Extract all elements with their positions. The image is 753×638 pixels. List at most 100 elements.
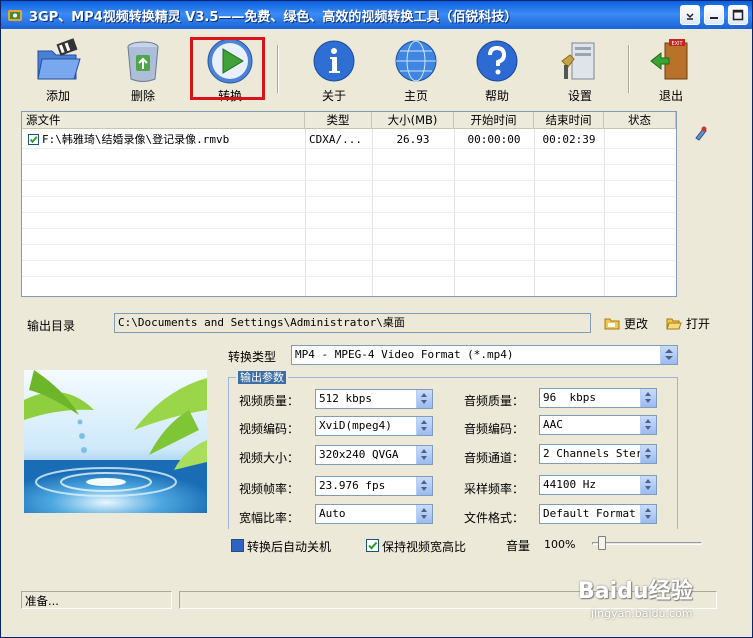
file-list[interactable]: 源文件 类型 大小(MB) 开始时间 结束时间 状态 F:\韩雅琦\结婚录像\登…: [21, 111, 677, 297]
info-icon: [313, 40, 355, 82]
audio-quality-spinner[interactable]: 96 kbps: [539, 388, 657, 408]
keep-aspect-checkbox[interactable]: [366, 539, 379, 552]
col-header-status[interactable]: 状态: [604, 112, 676, 129]
toolbar-separator: [628, 45, 630, 93]
spin-arrows-icon[interactable]: [640, 416, 656, 434]
output-dir-label: 输出目录: [27, 319, 76, 333]
spin-arrows-icon[interactable]: [640, 445, 656, 463]
checkmark-icon: [29, 136, 38, 144]
cell-source: F:\韩雅琦\结婚录像\登记录像.rmvb: [42, 133, 230, 146]
dropdown-arrow-icon[interactable]: [660, 346, 677, 364]
convert-type-label: 转换类型: [228, 350, 277, 364]
spin-arrows-icon[interactable]: [640, 476, 656, 494]
add-button[interactable]: 添加: [22, 35, 94, 105]
app-icon: [8, 10, 22, 21]
row-checkbox[interactable]: [28, 134, 39, 145]
status-text: 准备...: [21, 591, 172, 609]
delete-label: 删除: [130, 89, 155, 103]
col-header-size[interactable]: 大小(MB): [372, 112, 454, 129]
checkmark-icon: [368, 541, 378, 550]
grid-line: [22, 148, 676, 149]
grid-line: [22, 244, 676, 245]
audio-codec-label: 音频编码：: [464, 422, 525, 436]
file-format-spinner[interactable]: Default Format: [539, 504, 657, 524]
restore-button[interactable]: [704, 5, 724, 25]
settings-label: 设置: [567, 89, 592, 103]
spin-arrows-icon[interactable]: [416, 417, 432, 435]
convert-type-value: MP4 - MPEG-4 Video Format (*.mp4): [295, 348, 514, 361]
sample-rate-spinner[interactable]: 44100 Hz: [539, 475, 657, 495]
exit-label: 退出: [658, 89, 683, 103]
frame-rate-spinner[interactable]: 23.976 fps: [315, 476, 433, 496]
grid-line: [22, 164, 676, 165]
svg-text:EXIT: EXIT: [671, 41, 683, 47]
baidu-watermark: Baidu经验: [578, 579, 693, 604]
trash-icon: [127, 41, 159, 82]
spin-arrows-icon[interactable]: [416, 477, 432, 495]
add-folder-icon: [37, 38, 81, 80]
file-format-label: 文件格式：: [464, 511, 525, 525]
help-icon: [476, 40, 518, 82]
auto-shutdown-label[interactable]: 转换后自动关机: [247, 538, 331, 555]
frame-rate-label: 视频帧率：: [239, 482, 300, 496]
change-dir-label: 更改: [624, 317, 649, 331]
spin-arrows-icon[interactable]: [416, 446, 432, 464]
spin-arrows-icon[interactable]: [640, 389, 656, 407]
toolbar: 添加 删除 转换 关于 主页 帮助 设置 EXIT 退出: [1, 29, 752, 107]
grid-line: [22, 276, 676, 277]
help-button[interactable]: 帮助: [461, 35, 533, 105]
cell-size: 26.93: [396, 133, 430, 146]
spin-arrows-icon[interactable]: [416, 505, 432, 523]
about-label: 关于: [321, 89, 346, 103]
delete-button[interactable]: 删除: [107, 35, 179, 105]
spin-arrows-icon[interactable]: [416, 390, 432, 408]
col-header-end[interactable]: 结束时间: [534, 112, 604, 129]
output-params-title: 输出参数: [236, 369, 288, 385]
minimize-button[interactable]: [680, 5, 700, 25]
video-quality-label: 视频质量：: [239, 394, 300, 408]
col-header-source[interactable]: 源文件: [22, 112, 305, 129]
baidu-watermark-url: jingyan.baidu.com: [591, 607, 693, 620]
home-label: 主页: [403, 89, 428, 103]
video-size-spinner[interactable]: 320x240 QVGA: [315, 445, 433, 465]
aspect-spinner[interactable]: Auto: [315, 504, 433, 524]
grid-line: [22, 196, 676, 197]
auto-shutdown-checkbox[interactable]: [231, 539, 244, 552]
volume-value: 100%: [544, 538, 576, 551]
grid-line: [22, 180, 676, 181]
cell-end: 00:02:39: [542, 133, 596, 146]
open-dir-label: 打开: [686, 317, 711, 331]
aspect-label: 宽幅比率：: [239, 511, 300, 525]
folder-icon: [604, 318, 620, 330]
toolbar-separator: [277, 45, 279, 93]
highlight-box: [190, 37, 265, 100]
volume-slider-track[interactable]: [592, 542, 702, 545]
clip-tool-icon[interactable]: [693, 125, 709, 141]
grid-line: [22, 260, 676, 261]
exit-button[interactable]: EXIT 退出: [635, 35, 707, 105]
maximize-icon: [732, 9, 744, 21]
video-quality-spinner[interactable]: 512 kbps: [315, 389, 433, 409]
home-button[interactable]: 主页: [380, 35, 452, 105]
convert-type-select[interactable]: MP4 - MPEG-4 Video Format (*.mp4): [291, 345, 678, 365]
title-bar: 3GP、MP4视频转换精灵 V3.5——免费、绿色、高效的视频转换工具（佰锐科技…: [1, 1, 752, 29]
add-label: 添加: [45, 89, 70, 103]
col-header-start[interactable]: 开始时间: [454, 112, 534, 129]
settings-button[interactable]: 设置: [544, 35, 616, 105]
grid-line: [22, 212, 676, 213]
close-button[interactable]: [728, 5, 748, 25]
audio-channels-label: 音频通道：: [464, 451, 525, 465]
audio-quality-label: 音频质量：: [464, 394, 525, 408]
audio-codec-spinner[interactable]: AAC: [539, 415, 657, 435]
window-title: 3GP、MP4视频转换精灵 V3.5——免费、绿色、高效的视频转换工具（佰锐科技…: [29, 10, 518, 25]
audio-channels-spinner[interactable]: 2 Channels Stere: [539, 444, 657, 464]
settings-computer-icon: [561, 42, 595, 80]
col-header-type[interactable]: 类型: [305, 112, 372, 129]
about-button[interactable]: 关于: [298, 35, 370, 105]
volume-slider-thumb[interactable]: [598, 536, 606, 550]
keep-aspect-label[interactable]: 保持视频宽高比: [382, 538, 466, 555]
spin-arrows-icon[interactable]: [640, 505, 656, 523]
app-window: 3GP、MP4视频转换精灵 V3.5——免费、绿色、高效的视频转换工具（佰锐科技…: [0, 0, 753, 638]
output-dir-field[interactable]: C:\Documents and Settings\Administrator\…: [114, 313, 591, 333]
video-codec-spinner[interactable]: XviD(mpeg4): [315, 416, 433, 436]
